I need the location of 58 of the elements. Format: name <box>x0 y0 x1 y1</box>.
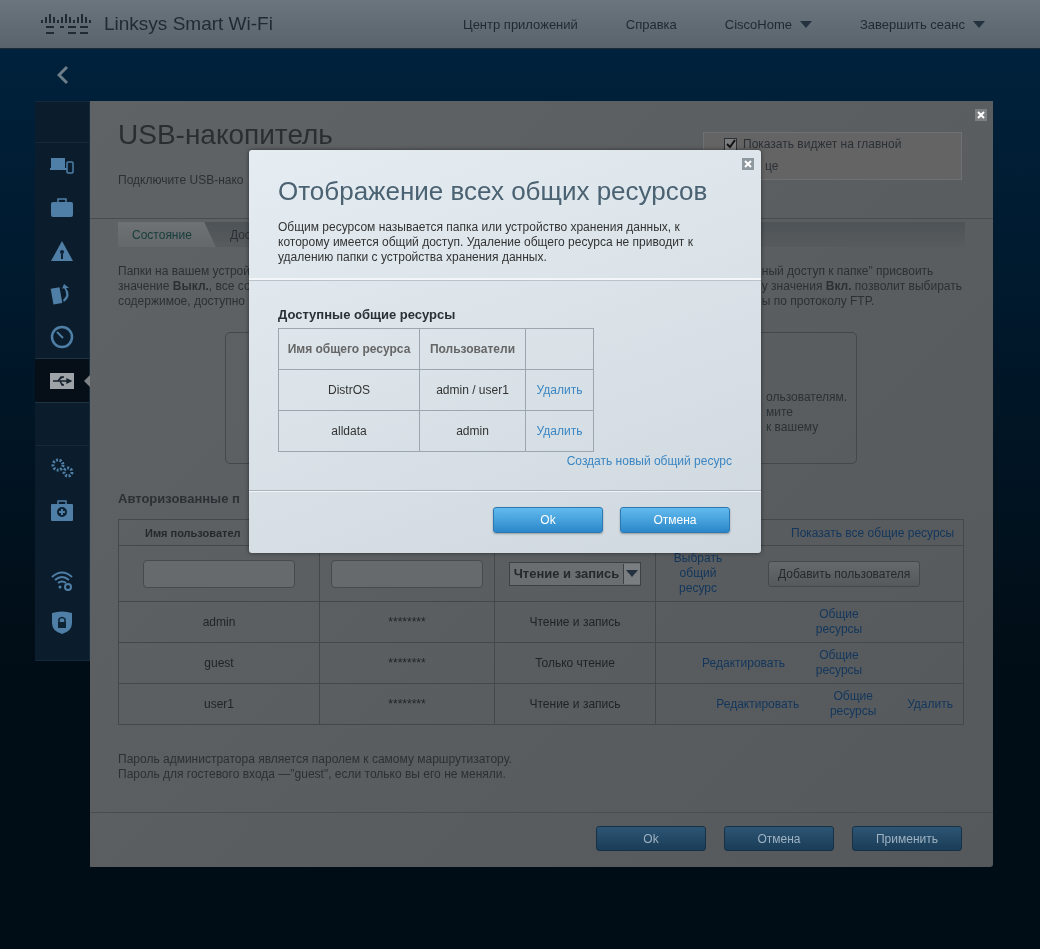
close-icon[interactable] <box>975 109 987 121</box>
edit-link[interactable]: Редактировать <box>716 697 800 711</box>
table-cell: ******** <box>319 601 495 643</box>
dialog-description: Общим ресурсом называется папка или устройство хранения данных, к которому имеется общий доступ. Удаление общего ресурса не приводит к удалению папки с устройства хранения данных. <box>278 220 694 265</box>
create-share-link[interactable]: Создать новый общий ресурс <box>278 454 732 468</box>
logo-icon <box>40 13 92 35</box>
nav-link[interactable]: Завершить сеанс <box>860 16 985 32</box>
table-cell: admin <box>118 601 320 643</box>
delete-link[interactable]: Удалить <box>525 369 594 411</box>
table-cell: user1 <box>118 683 320 725</box>
username-field[interactable] <box>143 559 295 588</box>
table-cell: guest <box>118 642 320 684</box>
nav-link[interactable]: CiscoHome <box>724 16 812 32</box>
caret-icon <box>626 570 639 577</box>
table-cell: admin <box>419 410 526 452</box>
footer-button[interactable]: Отмена <box>724 826 834 851</box>
section-heading: Доступные общие ресурсы <box>278 307 457 322</box>
usb-icon[interactable] <box>50 372 74 389</box>
back-icon[interactable] <box>56 65 69 85</box>
table-cell: ******** <box>319 683 495 725</box>
dialog-button[interactable]: Ok <box>493 507 603 533</box>
gauge-icon[interactable] <box>50 324 74 349</box>
brand-name: Linksys Smart Wi-Fi <box>104 13 273 35</box>
add-user-button[interactable]: Добавить пользователя <box>768 560 921 587</box>
delete-link[interactable]: Удалить <box>525 410 594 452</box>
tab[interactable]: Состояние <box>118 222 216 247</box>
nav-link[interactable]: Справка <box>625 16 677 32</box>
table-cell: Только чтение <box>494 642 656 684</box>
widget-label: це <box>765 159 780 173</box>
shares-link[interactable]: Общие ресурсы <box>809 648 869 678</box>
select-share-link[interactable]: Выбрать общий ресурс <box>668 551 728 596</box>
sidebar-item[interactable] <box>35 358 89 403</box>
column-header: Пользователи <box>419 328 526 370</box>
widget-label: Показать виджет на главной <box>743 137 902 151</box>
devices-icon[interactable] <box>50 155 74 174</box>
dialog-button[interactable]: Отмена <box>620 507 730 533</box>
delete-link[interactable]: Удалить <box>907 697 953 711</box>
widget-checkbox[interactable] <box>724 137 737 151</box>
shares-link[interactable]: Общие ресурсы <box>809 607 869 637</box>
nav-link[interactable]: Центр приложений <box>463 16 578 32</box>
table-cell: admin / user1 <box>419 369 526 411</box>
table-cell: alldata <box>278 410 420 452</box>
edit-link[interactable]: Редактировать <box>702 656 785 670</box>
table-cell: DistrOS <box>278 369 420 411</box>
briefcase-icon[interactable] <box>50 197 74 218</box>
close-icon[interactable] <box>742 158 754 170</box>
column-header: Имя общего ресурса <box>278 328 420 370</box>
warning-icon[interactable] <box>50 239 74 262</box>
table-cell: ******** <box>319 642 495 684</box>
footer-button[interactable]: Ok <box>596 826 706 851</box>
password-field[interactable] <box>331 559 483 588</box>
gears-icon[interactable] <box>49 456 75 479</box>
access-dropdown[interactable]: Чтение и запись <box>508 561 642 586</box>
footer-button[interactable]: Применить <box>852 826 962 851</box>
shield-lock-icon[interactable] <box>51 610 73 635</box>
dialog-title: Отображение всех общих ресурсов <box>278 176 709 207</box>
shares-link[interactable]: Общие ресурсы <box>823 689 884 719</box>
medkit-icon[interactable] <box>50 499 74 522</box>
